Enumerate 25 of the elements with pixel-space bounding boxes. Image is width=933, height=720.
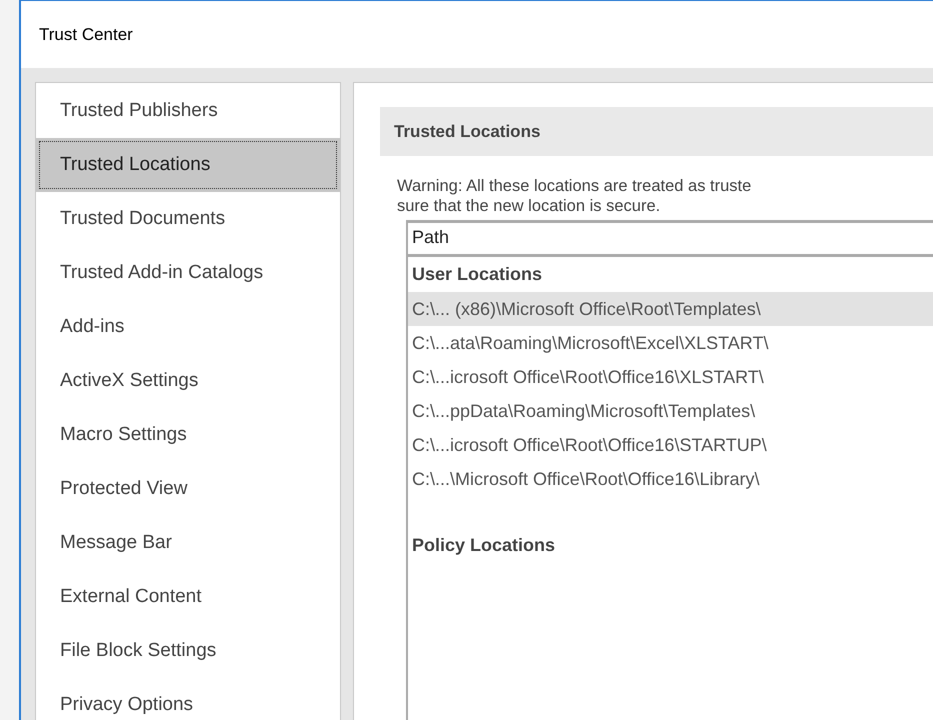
section-title: Trusted Locations bbox=[394, 122, 540, 142]
path-row[interactable]: C:\...icrosoft Office\Root\Office16\STARTUP\ bbox=[408, 428, 933, 462]
sidebar-item[interactable]: ActiveX Settings bbox=[36, 354, 340, 408]
group-heading: User Locations bbox=[411, 263, 544, 286]
column-header[interactable]: Path bbox=[408, 223, 933, 257]
sidebar-item[interactable]: Trusted Add-in Catalogs bbox=[36, 246, 340, 300]
sidebar-item[interactable]: Add-ins bbox=[36, 300, 340, 354]
sidebar-item[interactable]: Trusted Publishers bbox=[36, 84, 340, 138]
sidebar-item[interactable]: Privacy Options bbox=[36, 678, 340, 720]
sidebar-item[interactable]: Trusted Documents bbox=[36, 192, 340, 246]
path-row[interactable]: C:\...\Microsoft Office\Root\Office16\Library\ bbox=[408, 462, 933, 496]
warning-text: sure that the new location is secure. bbox=[397, 196, 662, 216]
warning-text: Warning: All these locations are treated as truste bbox=[397, 176, 752, 196]
window-title: Trust Center bbox=[39, 24, 133, 44]
sidebar-item[interactable]: Message Bar bbox=[36, 516, 340, 570]
sidebar-item[interactable]: Protected View bbox=[36, 462, 340, 516]
sidebar-item[interactable]: Macro Settings bbox=[36, 408, 340, 462]
path-row[interactable]: C:\... (x86)\Microsoft Office\Root\Templates\ bbox=[408, 292, 933, 326]
sidebar-item[interactable]: Trusted Locations bbox=[36, 138, 340, 192]
group-heading: Policy Locations bbox=[411, 534, 556, 557]
path-row[interactable]: C:\...ppData\Roaming\Microsoft\Templates\ bbox=[408, 394, 933, 428]
path-row[interactable]: C:\...ata\Roaming\Microsoft\Excel\XLSTART\ bbox=[408, 326, 933, 360]
sidebar-item[interactable]: External Content bbox=[36, 570, 340, 624]
path-row[interactable]: C:\...icrosoft Office\Root\Office16\XLSTART\ bbox=[408, 360, 933, 394]
sidebar-item[interactable]: File Block Settings bbox=[36, 624, 340, 678]
